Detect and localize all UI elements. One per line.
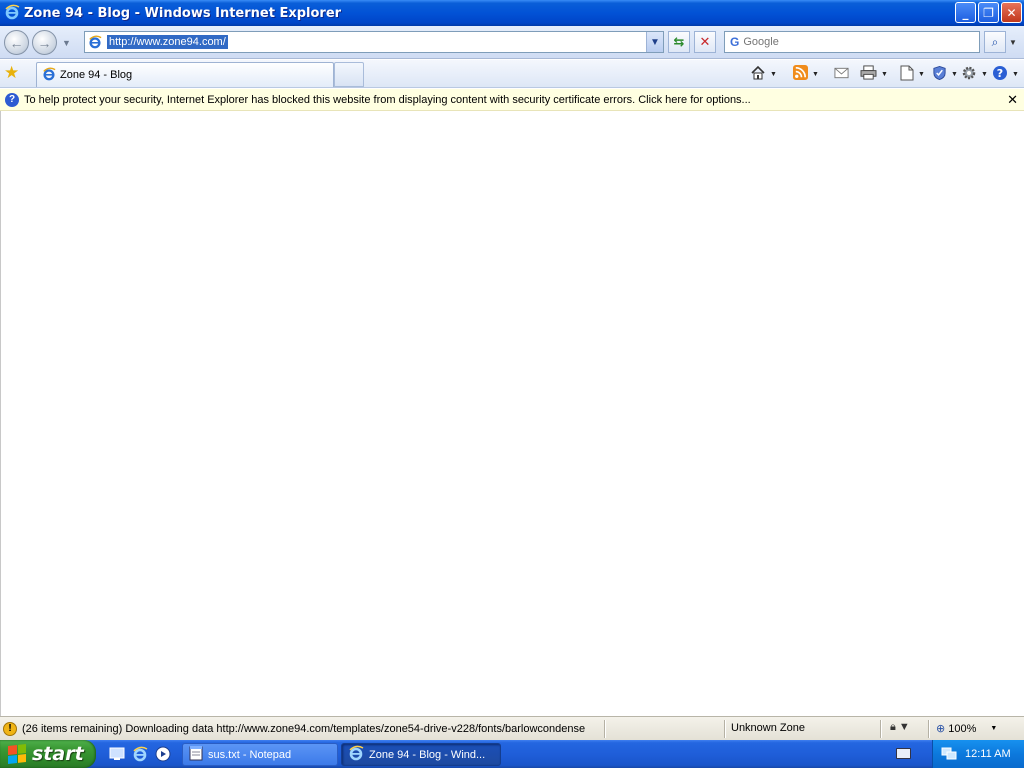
back-arrow-icon: ← (9, 34, 24, 51)
protected-mode-icon[interactable]: 🔒︎ ▼ (890, 721, 910, 734)
back-button[interactable]: ← (4, 30, 29, 55)
taskbar: start sus.txt - Notepad Zone 94 - Blog -… (0, 740, 1024, 768)
page-content-area[interactable] (0, 111, 1024, 716)
forward-arrow-icon: → (37, 34, 52, 51)
address-dropdown-button[interactable]: ▼ (646, 32, 663, 52)
search-options-dropdown[interactable]: ▼ (1007, 31, 1019, 53)
print-icon (860, 65, 877, 83)
taskbar-item-label: sus.txt - Notepad (208, 748, 292, 761)
minimize-button[interactable]: _ (955, 2, 976, 23)
feeds-icon (793, 65, 808, 83)
start-button[interactable]: start (0, 740, 96, 768)
information-bar[interactable]: ? To help protect your security, Interne… (0, 89, 1024, 111)
ie-logo-icon (4, 4, 20, 23)
taskbar-item-label: Zone 94 - Blog - Wind... (369, 748, 486, 761)
information-bar-close-button[interactable]: ✕ (1007, 92, 1018, 108)
window-title: Zone 94 - Blog - Windows Internet Explor… (24, 5, 342, 21)
new-tab-button[interactable] (334, 62, 364, 87)
warning-icon[interactable]: ! (3, 721, 17, 736)
search-button[interactable]: ⌕ (984, 31, 1006, 53)
read-mail-button[interactable] (834, 65, 849, 83)
forward-button[interactable]: → (32, 30, 57, 55)
ie-icon (348, 745, 364, 764)
quicklaunch-media-player-icon[interactable] (154, 745, 172, 763)
title-bar[interactable]: Zone 94 - Blog - Windows Internet Explor… (0, 0, 1024, 26)
system-tray: 12:11 AM (932, 740, 1024, 768)
tab-ie-icon (42, 67, 56, 84)
stop-icon: ✕ (699, 34, 711, 49)
refresh-button[interactable]: ⇆ (668, 31, 690, 53)
status-separator (880, 720, 881, 738)
help-menu-button[interactable]: ? ▼ (992, 65, 1019, 83)
read-mail-icon (834, 67, 849, 82)
search-box[interactable]: G (724, 31, 980, 53)
taskbar-item-ie[interactable]: Zone 94 - Blog - Wind... (341, 743, 501, 766)
tools-menu-button[interactable]: ▼ (961, 65, 988, 83)
status-bar: ! (26 items remaining) Downloading data … (0, 716, 1024, 740)
tab-label: Zone 94 - Blog (60, 69, 133, 81)
start-label: start (32, 743, 84, 765)
clock[interactable]: 12:11 AM (965, 748, 1011, 760)
notepad-icon (189, 745, 203, 764)
page-ie-icon (88, 35, 102, 52)
search-icon: ⌕ (991, 34, 999, 49)
information-bar-message[interactable]: To help protect your security, Internet … (24, 94, 751, 106)
network-icon[interactable] (941, 745, 957, 764)
address-bar[interactable]: http://www.zone94.com/ ▼ (84, 31, 664, 53)
status-separator (928, 720, 929, 738)
recent-pages-dropdown[interactable]: ▼ (62, 38, 71, 48)
print-button[interactable]: ▼ (860, 65, 888, 83)
status-text: (26 items remaining) Downloading data ht… (22, 722, 586, 735)
refresh-icon: ⇆ (673, 34, 685, 49)
safety-icon (932, 65, 947, 84)
close-button[interactable]: ✕ (1001, 2, 1022, 23)
google-icon: G (730, 35, 740, 49)
keyboard-icon[interactable] (896, 748, 911, 759)
taskbar-item-notepad[interactable]: sus.txt - Notepad (182, 743, 338, 766)
zoom-icon: ⊕ (936, 723, 946, 735)
tab-zone94-blog[interactable]: Zone 94 - Blog (36, 62, 334, 87)
page-icon (900, 65, 914, 84)
zoom-level: 100% (948, 722, 977, 735)
quicklaunch-ie-icon[interactable] (131, 745, 149, 763)
window-controls: _ ❐ ✕ (955, 2, 1022, 23)
navigation-bar: ← → ▼ http://www.zone94.com/ ▼ ⇆ ✕ G ⌕ ▼ (0, 26, 1024, 59)
gear-icon (961, 65, 977, 84)
search-input[interactable] (743, 36, 964, 48)
stop-button[interactable]: ✕ (694, 31, 716, 53)
address-url[interactable]: http://www.zone94.com/ (107, 35, 228, 49)
home-icon (750, 65, 766, 84)
status-separator (724, 720, 725, 738)
quicklaunch-desktop-icon[interactable] (108, 745, 126, 763)
restore-button[interactable]: ❐ (978, 2, 999, 23)
page-menu-button[interactable]: ▼ (900, 65, 925, 83)
feeds-button[interactable]: ▼ (793, 65, 819, 83)
security-shield-icon: ? (5, 92, 19, 107)
windows-flag-icon (8, 744, 26, 764)
status-separator (604, 720, 605, 738)
favorites-star-icon[interactable]: ★ (4, 64, 19, 82)
tab-row: ★ Zone 94 - Blog ▼ ▼ ▼ ▼ ▼ ▼ ? ▼ (0, 60, 1024, 88)
security-zone-label: Unknown Zone (731, 722, 805, 734)
svg-text:?: ? (997, 67, 1003, 80)
safety-menu-button[interactable]: ▼ (932, 65, 958, 83)
zoom-dropdown-icon: ▼ (990, 725, 998, 732)
zoom-control[interactable]: ⊕ 100% ▼ (936, 722, 998, 736)
help-icon: ? (992, 65, 1008, 84)
home-button[interactable]: ▼ (750, 65, 777, 83)
